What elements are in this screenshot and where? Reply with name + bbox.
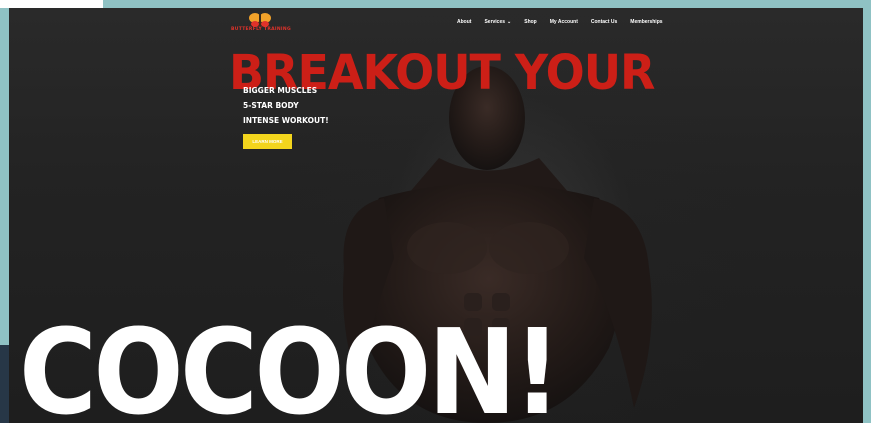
hero-taglines: BIGGER MUSCLES 5-STAR BODY INTENSE WORKO… bbox=[243, 83, 329, 128]
nav-my-account[interactable]: My Account bbox=[550, 19, 578, 25]
page-background-corner bbox=[0, 0, 103, 8]
butterfly-logo-icon bbox=[249, 13, 271, 27]
nav-memberships[interactable]: Memberships bbox=[630, 19, 662, 25]
nav-about[interactable]: About bbox=[457, 19, 471, 25]
tagline-3: INTENSE WORKOUT! bbox=[243, 116, 329, 125]
hero-section: BUTTERFLY TRAINING About Services ⌄ Shop … bbox=[9, 8, 863, 423]
nav-services[interactable]: Services ⌄ bbox=[484, 19, 511, 25]
main-menu: About Services ⌄ Shop My Account Contact … bbox=[457, 19, 676, 25]
nav-contact-us[interactable]: Contact Us bbox=[591, 19, 617, 25]
top-navigation: BUTTERFLY TRAINING About Services ⌄ Shop … bbox=[9, 8, 863, 46]
chevron-down-icon: ⌄ bbox=[507, 19, 512, 25]
brand-logo-text: BUTTERFLY TRAINING bbox=[231, 27, 291, 32]
nav-services-label: Services bbox=[484, 19, 506, 25]
tagline-1: BIGGER MUSCLES bbox=[243, 86, 318, 95]
nav-shop[interactable]: Shop bbox=[524, 19, 537, 25]
tagline-2: 5-STAR BODY bbox=[243, 101, 299, 110]
hero-big-word: COCOON! bbox=[19, 303, 561, 423]
learn-more-button[interactable]: LEARN MORE bbox=[243, 134, 292, 149]
brand-logo[interactable]: BUTTERFLY TRAINING bbox=[231, 12, 291, 38]
